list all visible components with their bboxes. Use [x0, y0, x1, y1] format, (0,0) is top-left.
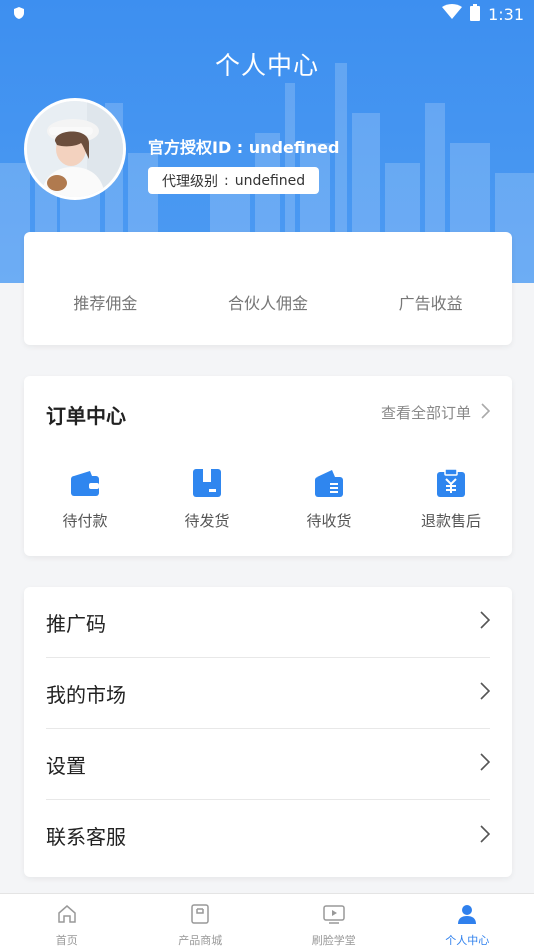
view-all-orders-label: 查看全部订单	[380, 404, 471, 422]
menu-item-label: 推广码	[46, 611, 106, 636]
stat-ad-revenue[interactable]: 广告收益	[351, 290, 511, 314]
order-pending-payment[interactable]: 待付款	[24, 468, 146, 531]
menu-item-settings[interactable]: 设置	[46, 729, 491, 800]
tab-shop[interactable]: 产品商城	[134, 894, 268, 949]
chevron-right-icon	[480, 682, 491, 704]
official-auth-id: 官方授权ID : undefined	[148, 138, 340, 157]
menu-item-my-market[interactable]: 我的市场	[46, 658, 491, 729]
menu-item-label: 设置	[46, 753, 86, 778]
order-center-title: 订单中心	[46, 404, 126, 428]
page-title: 个人中心	[214, 51, 319, 80]
agent-level-badge: 代理级别 : undefined	[148, 167, 320, 194]
video-icon	[322, 903, 346, 929]
menu-item-label: 我的市场	[46, 682, 126, 707]
order-center-card: 订单中心 查看全部订单 待付款 待发货 待收货 退款售后	[24, 376, 512, 556]
view-all-orders-link[interactable]: 查看全部订单	[380, 402, 491, 423]
tab-academy-label: 刷脸学堂	[311, 934, 356, 947]
stat-partner-commission[interactable]: 合伙人佣金	[188, 290, 348, 314]
status-bar: 1:31	[0, 0, 534, 28]
menu-item-promo-code[interactable]: 推广码	[46, 587, 491, 658]
shop-icon	[189, 903, 211, 929]
order-refund-aftersale[interactable]: 退款售后	[390, 468, 512, 531]
order-pending-receipt[interactable]: 待收货	[268, 468, 390, 531]
menu-item-contact-support[interactable]: 联系客服	[46, 800, 491, 871]
tab-academy[interactable]: 刷脸学堂	[267, 894, 401, 949]
package-icon	[192, 468, 222, 502]
earnings-card: 推荐佣金 合伙人佣金 广告收益	[24, 232, 512, 345]
avatar[interactable]	[24, 98, 126, 200]
tab-home-label: 首页	[55, 934, 78, 947]
chevron-right-icon	[480, 824, 491, 847]
wifi-icon	[442, 4, 463, 24]
chevron-right-icon	[480, 753, 491, 775]
tab-shop-label: 产品商城	[178, 934, 223, 947]
order-pending-receipt-label: 待收货	[306, 512, 352, 530]
stat-referral-commission[interactable]: 推荐佣金	[25, 290, 185, 314]
settings-menu-card: 推广码 我的市场 设置 联系客服	[24, 587, 512, 877]
home-icon	[56, 903, 78, 929]
shield-icon	[12, 5, 26, 24]
refund-icon	[436, 468, 466, 502]
agent-level-separator: :	[224, 172, 229, 189]
chevron-right-icon	[480, 611, 491, 633]
order-pending-shipment[interactable]: 待发货	[146, 468, 268, 531]
person-icon	[456, 903, 478, 929]
wallet-icon	[70, 468, 100, 502]
tab-home[interactable]: 首页	[0, 894, 134, 949]
order-pending-shipment-label: 待发货	[184, 512, 230, 530]
delivery-icon	[314, 468, 344, 502]
order-pending-payment-label: 待付款	[62, 512, 108, 530]
menu-item-label: 联系客服	[46, 825, 126, 849]
tab-profile-label: 个人中心	[445, 934, 490, 947]
agent-level-label: 代理级别	[162, 173, 218, 190]
agent-level-value: undefined	[234, 172, 306, 189]
bottom-tab-bar: 首页 产品商城 刷脸学堂 个人中心	[0, 893, 534, 949]
chevron-right-icon	[481, 402, 491, 423]
battery-icon	[470, 3, 481, 25]
status-time: 1:31	[488, 4, 524, 24]
tab-profile[interactable]: 个人中心	[401, 894, 534, 949]
order-refund-aftersale-label: 退款售后	[420, 512, 481, 530]
